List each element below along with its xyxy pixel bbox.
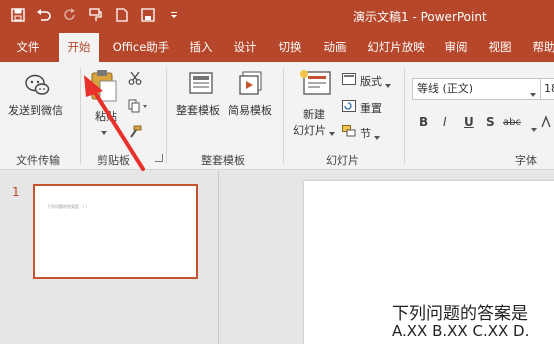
group-label-clipboard: 剪贴板 bbox=[97, 154, 130, 167]
reset-button[interactable]: 重置 bbox=[360, 100, 382, 116]
cut-icon[interactable] bbox=[128, 71, 142, 88]
char-spacing-icon[interactable] bbox=[541, 115, 554, 132]
slide-question-text[interactable]: 下列问题的答案是 bbox=[392, 299, 528, 324]
font-size-select[interactable]: 18 bbox=[540, 78, 554, 100]
layout-dropdown-icon[interactable] bbox=[385, 78, 391, 91]
tab-home[interactable]: 开始 bbox=[59, 33, 99, 62]
section-icon bbox=[342, 125, 356, 140]
title-bar: 演示文稿1 - PowerPoint bbox=[0, 0, 554, 33]
tab-view[interactable]: 视图 bbox=[482, 33, 518, 62]
reset-icon bbox=[342, 100, 356, 115]
slide-answers-text[interactable]: A.XX B.XX C.XX D. bbox=[392, 322, 529, 340]
save-icon[interactable] bbox=[10, 7, 26, 23]
section-button[interactable]: 节 bbox=[360, 125, 371, 141]
tab-help[interactable]: 帮助 bbox=[526, 33, 554, 62]
copy-icon[interactable] bbox=[128, 99, 148, 116]
format-painter-qat-icon[interactable] bbox=[88, 7, 104, 23]
simple-template-icon[interactable] bbox=[238, 70, 264, 99]
group-separator bbox=[80, 68, 81, 164]
paste-icon[interactable] bbox=[90, 69, 120, 108]
group-separator bbox=[166, 68, 167, 164]
tab-office-assistant[interactable]: Office助手 bbox=[107, 33, 175, 62]
send-to-wechat-button[interactable]: 发送到微信 bbox=[8, 102, 63, 118]
clipboard-dialog-launcher-icon[interactable] bbox=[155, 154, 163, 162]
group-label-file-transfer: 文件传输 bbox=[16, 154, 60, 167]
wechat-icon[interactable] bbox=[24, 72, 50, 101]
strikethrough-button[interactable]: abc bbox=[503, 117, 521, 128]
new-slide-label-line1[interactable]: 新建 bbox=[303, 106, 325, 122]
ribbon-home: 发送到微信 文件传输 粘贴 剪贴板 整套模板 简易模板 整套模板 新建 幻灯片 … bbox=[0, 62, 554, 170]
quick-access-toolbar bbox=[10, 7, 182, 23]
full-template-button[interactable]: 整套模板 bbox=[176, 102, 220, 118]
text-shadow-button[interactable]: S bbox=[486, 115, 495, 129]
new-slide-dropdown-icon[interactable] bbox=[329, 126, 335, 139]
new-slide-label-line2[interactable]: 幻灯片 bbox=[293, 122, 326, 138]
italic-button[interactable]: I bbox=[443, 115, 447, 129]
thumbnail-text: 下列问题的答案是 （ ） bbox=[47, 204, 90, 209]
font-name-dropdown-icon[interactable] bbox=[530, 87, 536, 100]
tab-slideshow[interactable]: 幻灯片放映 bbox=[362, 33, 430, 62]
new-slide-icon[interactable] bbox=[298, 69, 332, 100]
tab-animations[interactable]: 动画 bbox=[317, 33, 353, 62]
full-template-icon[interactable] bbox=[188, 70, 214, 99]
font-size-value: 18 bbox=[544, 82, 554, 95]
group-label-slides: 幻灯片 bbox=[326, 154, 359, 167]
undo-icon[interactable] bbox=[36, 7, 52, 23]
layout-button[interactable]: 版式 bbox=[360, 73, 382, 89]
tab-insert[interactable]: 插入 bbox=[183, 33, 219, 62]
tab-design[interactable]: 设计 bbox=[227, 33, 263, 62]
new-document-icon[interactable] bbox=[114, 7, 130, 23]
font-name-select[interactable]: 等线 (正文) bbox=[412, 78, 542, 100]
redo-icon[interactable] bbox=[62, 7, 78, 23]
bold-button[interactable]: B bbox=[419, 115, 428, 129]
group-label-font: 字体 bbox=[515, 154, 537, 167]
window-title: 演示文稿1 - PowerPoint bbox=[353, 10, 487, 24]
save-as-icon[interactable] bbox=[140, 7, 156, 23]
tab-transitions[interactable]: 切换 bbox=[272, 33, 308, 62]
strikethrough-dropdown-icon[interactable] bbox=[531, 122, 537, 135]
tab-file[interactable]: 文件 bbox=[8, 33, 48, 62]
font-name-value: 等线 (正文) bbox=[417, 82, 474, 95]
underline-button[interactable]: U bbox=[464, 115, 474, 129]
slide-thumbnail[interactable]: 下列问题的答案是 （ ） bbox=[33, 184, 198, 279]
group-separator bbox=[283, 68, 284, 164]
layout-icon bbox=[342, 73, 356, 88]
ribbon-tabs: 文件 开始 Office助手 插入 设计 切换 动画 幻灯片放映 审阅 视图 帮… bbox=[0, 33, 554, 62]
slide-number: 1 bbox=[12, 185, 20, 199]
group-label-template: 整套模板 bbox=[201, 154, 245, 167]
paste-button-label[interactable]: 粘贴 bbox=[95, 108, 117, 124]
group-separator bbox=[404, 68, 405, 164]
tab-review[interactable]: 审阅 bbox=[438, 33, 474, 62]
simple-template-button[interactable]: 简易模板 bbox=[228, 102, 272, 118]
section-dropdown-icon[interactable] bbox=[374, 130, 380, 143]
format-painter-icon[interactable] bbox=[128, 125, 142, 142]
customize-qat-icon[interactable] bbox=[166, 7, 182, 23]
paste-dropdown-icon[interactable] bbox=[101, 125, 107, 138]
